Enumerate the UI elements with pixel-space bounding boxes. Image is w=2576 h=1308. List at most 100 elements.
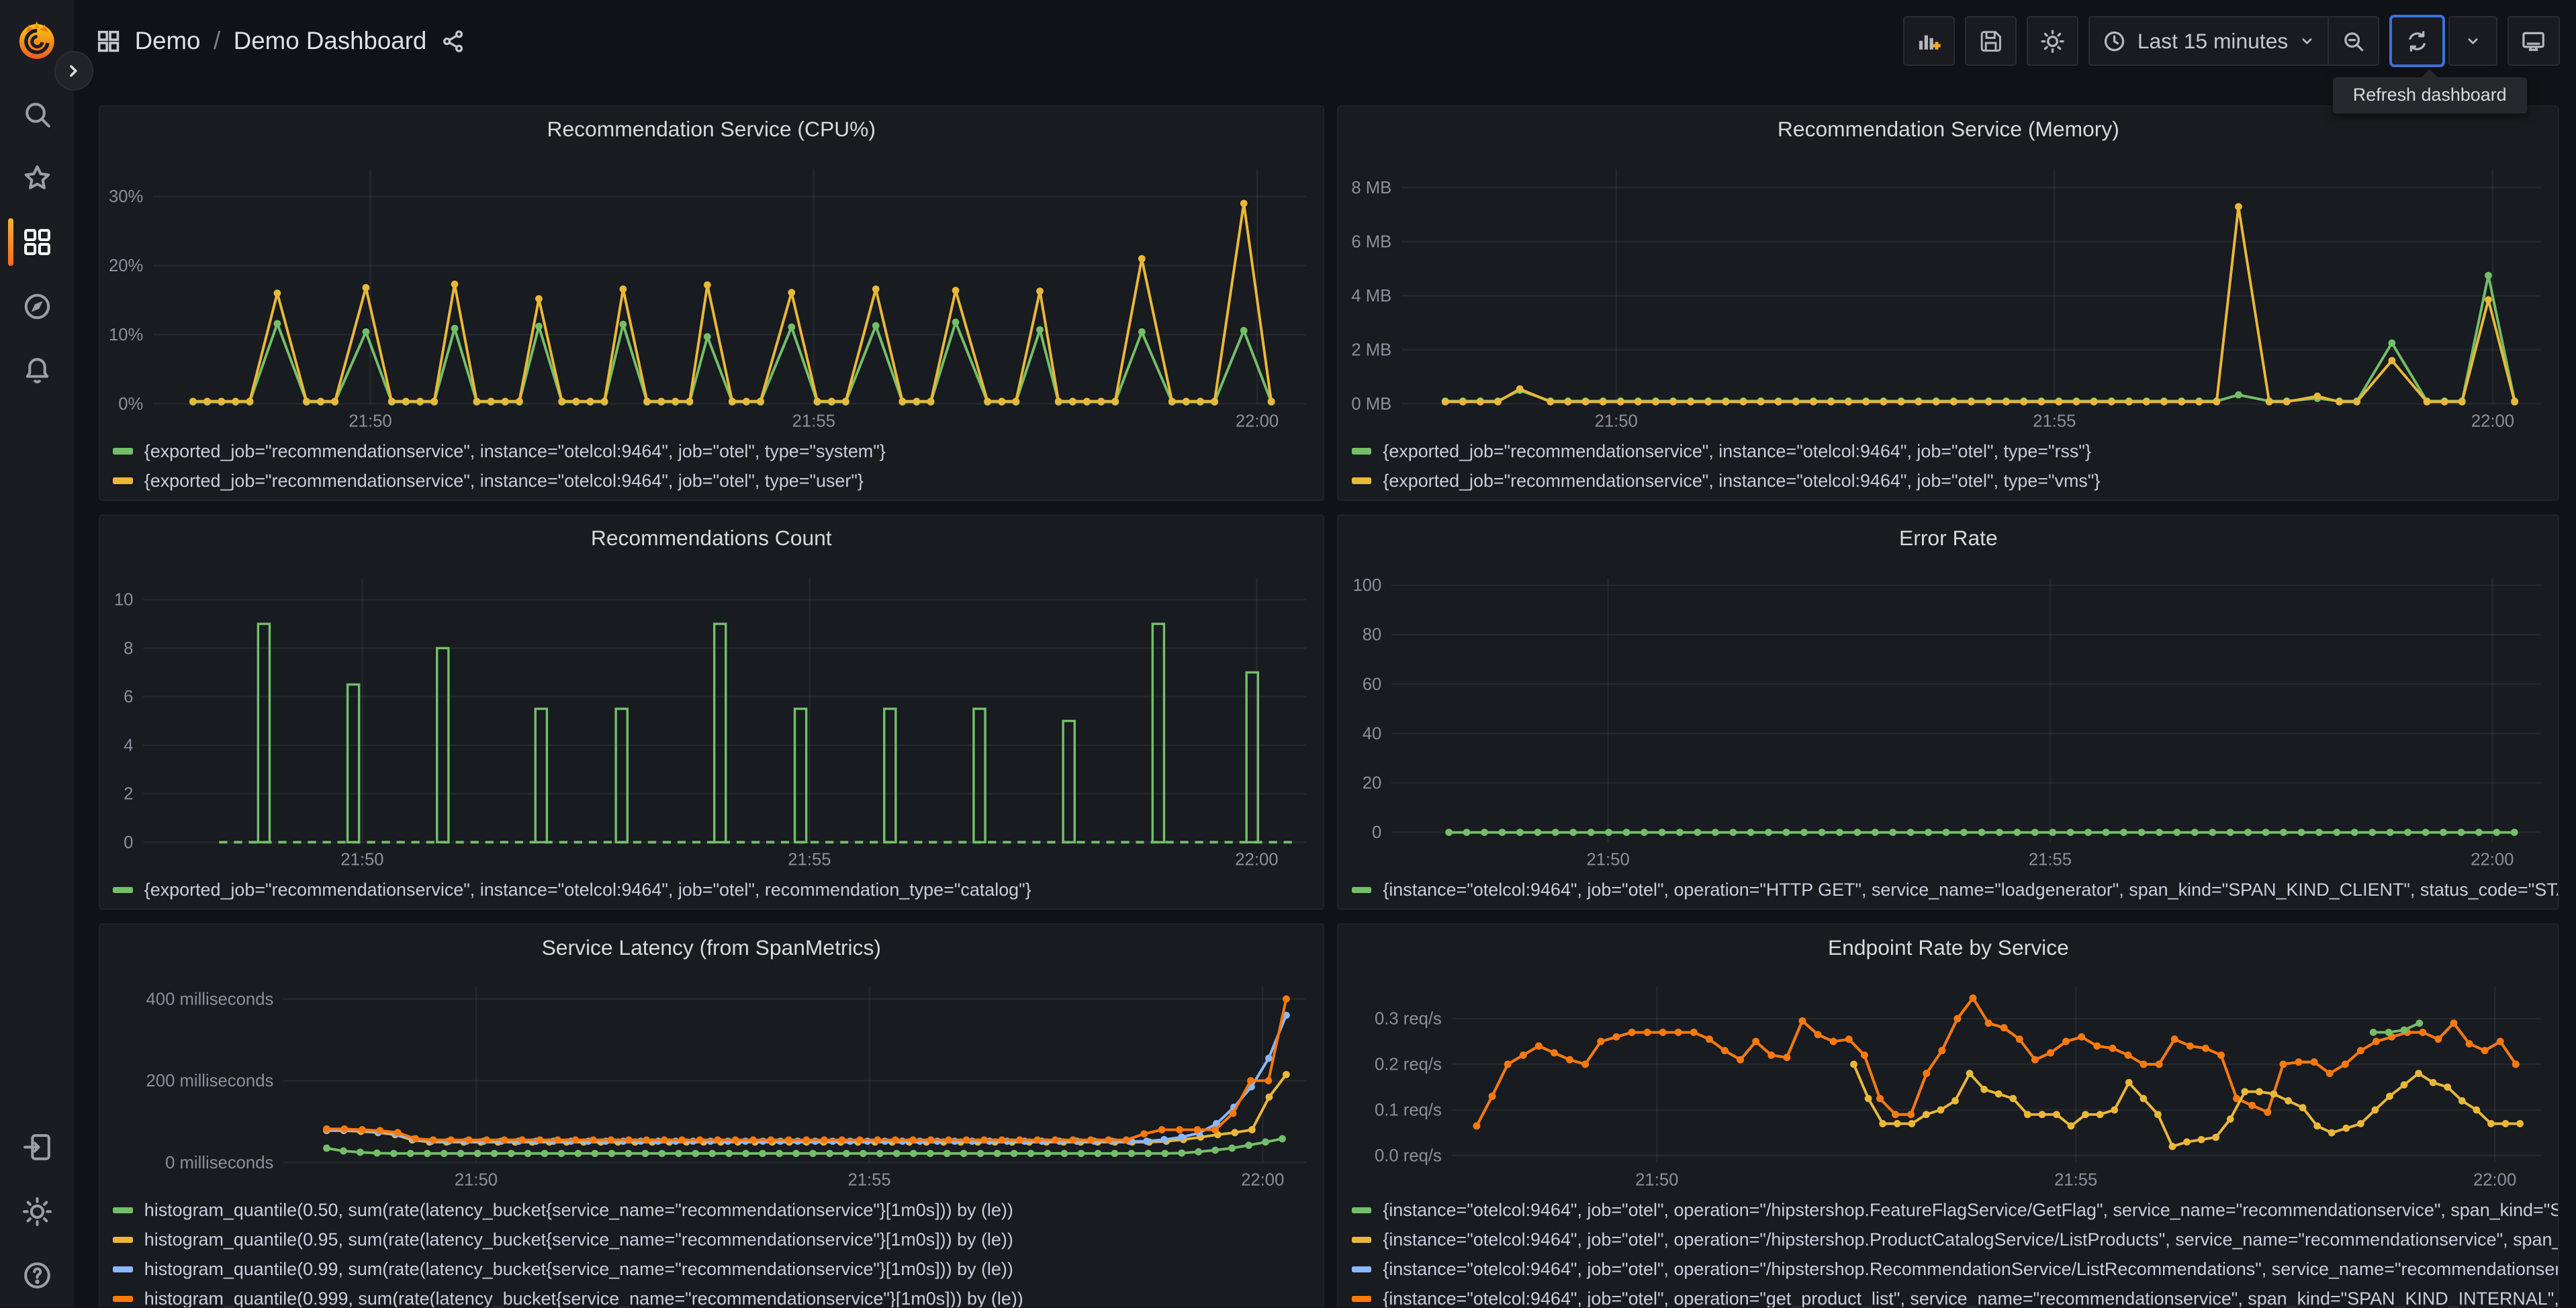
- panel-header-memory[interactable]: Recommendation Service (Memory): [1338, 107, 2558, 152]
- breadcrumb-section[interactable]: Demo: [135, 27, 201, 55]
- sidebar-item-help[interactable]: [0, 1244, 74, 1307]
- svg-text:0 MB: 0 MB: [1352, 395, 1392, 414]
- legend-item[interactable]: {instance="otelcol:9464", job="otel", op…: [1351, 1284, 2558, 1307]
- legend-label: {exported_job="recommendationservice", i…: [144, 440, 886, 461]
- svg-text:10%: 10%: [109, 326, 143, 344]
- panel-legend: {instance="otelcol:9464", job="otel", op…: [1338, 872, 2558, 905]
- panel-title: Error Rate: [1899, 526, 1998, 551]
- panel-header-recommendations-count[interactable]: Recommendations Count: [100, 516, 1323, 561]
- legend-item[interactable]: histogram_quantile(0.99, sum(rate(latenc…: [113, 1255, 1322, 1284]
- legend-label: {exported_job="recommendationservice", i…: [144, 879, 1031, 900]
- panel-header-endpoint-rate[interactable]: Endpoint Rate by Service: [1338, 925, 2558, 970]
- panel-memory: Recommendation Service (Memory) 21:50 21:5…: [1337, 105, 2560, 502]
- tv-icon: [2520, 28, 2546, 54]
- svg-text:21:50: 21:50: [349, 412, 392, 431]
- legend-swatch: [1351, 1236, 1372, 1244]
- panel-header-error-rate[interactable]: Error Rate: [1338, 516, 2558, 561]
- legend-item[interactable]: {instance="otelcol:9464", job="otel", op…: [1351, 875, 2558, 904]
- refresh-dashboard-button[interactable]: [2389, 15, 2446, 68]
- svg-text:21:50: 21:50: [340, 851, 383, 870]
- panel-recommendations-count: Recommendations Count 21:50 21:55 22:00 0 2 4 6…: [98, 514, 1324, 910]
- breadcrumb-page[interactable]: Demo Dashboard: [234, 27, 427, 55]
- panel-title: Endpoint Rate by Service: [1827, 935, 2069, 960]
- dashboard-settings-button[interactable]: [2026, 16, 2079, 66]
- legend-label: {exported_job="recommendationservice", i…: [1383, 470, 2101, 491]
- svg-text:0: 0: [1372, 823, 1381, 842]
- add-panel-button[interactable]: [1902, 16, 1956, 66]
- svg-text:21:55: 21:55: [788, 851, 831, 870]
- legend-item[interactable]: {exported_job="recommendationservice", i…: [113, 466, 1322, 496]
- refresh-interval-dropdown[interactable]: [2448, 16, 2498, 66]
- clock-icon: [2101, 28, 2127, 54]
- panel-legend: histogram_quantile(0.50, sum(rate(latenc…: [100, 1193, 1323, 1308]
- cycle-view-mode-button[interactable]: [2508, 16, 2560, 66]
- svg-text:21:50: 21:50: [1587, 851, 1630, 870]
- legend-item[interactable]: histogram_quantile(0.50, sum(rate(latenc…: [113, 1195, 1322, 1225]
- legend-item[interactable]: histogram_quantile(0.999, sum(rate(laten…: [113, 1284, 1322, 1308]
- svg-text:22:00: 22:00: [1235, 851, 1278, 870]
- time-range-picker[interactable]: Last 15 minutes: [2088, 16, 2328, 66]
- gear-icon: [21, 1195, 54, 1228]
- bell-icon: [21, 354, 54, 387]
- panel-header-cpu[interactable]: Recommendation Service (CPU%): [100, 107, 1323, 152]
- legend-swatch: [113, 1266, 133, 1273]
- legend-item[interactable]: {instance="otelcol:9464", job="otel", op…: [1351, 1255, 2558, 1284]
- dashboards-grid-icon: [21, 226, 54, 259]
- refresh-icon: [2404, 28, 2430, 54]
- sidebar-item-starred[interactable]: [0, 146, 74, 210]
- sidebar-item-configuration[interactable]: [0, 1180, 74, 1244]
- svg-text:60: 60: [1363, 675, 1382, 694]
- legend-item[interactable]: {exported_job="recommendationservice", i…: [113, 436, 1322, 466]
- star-icon: [21, 162, 54, 195]
- endpoint-rate-chart[interactable]: 21:50 21:55 22:00 0.0 req/s 0.1 req/s 0.2 req…: [1338, 970, 2557, 1192]
- sidebar-item-explore[interactable]: [0, 275, 74, 338]
- legend-item[interactable]: {exported_job="recommendationservice", i…: [113, 875, 1322, 904]
- memory-chart[interactable]: 21:50 21:55 22:00 0 MB 2 MB 4 MB 6 MB 8 MB: [1338, 152, 2557, 433]
- sidebar: [0, 0, 75, 1308]
- recommendations-count-chart[interactable]: 21:50 21:55 22:00 0 2 4 6 8 10: [100, 561, 1322, 872]
- time-picker-group: Last 15 minutes: [2088, 16, 2380, 66]
- legend-item[interactable]: {exported_job="recommendationservice", i…: [1351, 436, 2559, 466]
- sidebar-item-alerting[interactable]: [0, 338, 74, 402]
- svg-text:22:00: 22:00: [1236, 412, 1279, 431]
- legend-swatch: [113, 886, 133, 894]
- svg-text:6: 6: [124, 688, 133, 706]
- zoom-out-button[interactable]: [2327, 16, 2380, 66]
- panel-header-service-latency[interactable]: Service Latency (from SpanMetrics): [100, 925, 1323, 970]
- svg-text:10: 10: [114, 591, 134, 610]
- panel-legend: {exported_job="recommendationservice", i…: [100, 872, 1323, 905]
- legend-item[interactable]: histogram_quantile(0.95, sum(rate(latenc…: [113, 1225, 1322, 1254]
- share-icon[interactable]: [440, 28, 466, 54]
- legend-item[interactable]: {exported_job="recommendationservice", i…: [1351, 466, 2559, 496]
- sidebar-item-search[interactable]: [0, 82, 74, 146]
- svg-text:4 MB: 4 MB: [1352, 287, 1392, 306]
- cpu-chart[interactable]: 21:50 21:55 22:00 0% 10% 20% 30%: [100, 152, 1322, 433]
- navbar: Demo / Demo Dashboard Last 15 minutes: [74, 0, 2576, 83]
- chevron-down-icon: [2298, 32, 2316, 50]
- svg-text:400 milliseconds: 400 milliseconds: [146, 990, 273, 1009]
- svg-text:4: 4: [124, 737, 133, 755]
- legend-swatch: [113, 1236, 133, 1244]
- sidebar-item-sign-in[interactable]: [0, 1115, 74, 1179]
- sidebar-expand-button[interactable]: [54, 50, 94, 91]
- save-dashboard-button[interactable]: [1964, 16, 2017, 66]
- legend-swatch: [1351, 886, 1372, 894]
- zoom-out-icon: [2340, 28, 2366, 54]
- compass-icon: [21, 290, 54, 323]
- svg-text:21:55: 21:55: [792, 412, 835, 431]
- svg-text:0.1 req/s: 0.1 req/s: [1375, 1101, 1442, 1120]
- error-rate-chart[interactable]: 21:50 21:55 22:00 0 20 40 60 80 100: [1338, 561, 2557, 872]
- breadcrumb-separator: /: [214, 27, 221, 55]
- apps-grid-icon: [95, 28, 122, 54]
- chevron-down-icon: [2464, 32, 2482, 50]
- legend-label: {instance="otelcol:9464", job="otel", op…: [1383, 879, 2558, 900]
- legend-item[interactable]: {instance="otelcol:9464", job="otel", op…: [1351, 1195, 2558, 1225]
- service-latency-chart[interactable]: 21:50 21:55 22:00 0 milliseconds 200 millise…: [100, 970, 1322, 1192]
- panel-title: Service Latency (from SpanMetrics): [541, 935, 881, 960]
- legend-label: histogram_quantile(0.999, sum(rate(laten…: [144, 1289, 1023, 1308]
- legend-swatch: [113, 477, 133, 485]
- sign-in-icon: [21, 1131, 54, 1164]
- sidebar-item-dashboards[interactable]: [0, 210, 74, 274]
- save-icon: [1978, 28, 2004, 54]
- legend-item[interactable]: {instance="otelcol:9464", job="otel", op…: [1351, 1225, 2558, 1254]
